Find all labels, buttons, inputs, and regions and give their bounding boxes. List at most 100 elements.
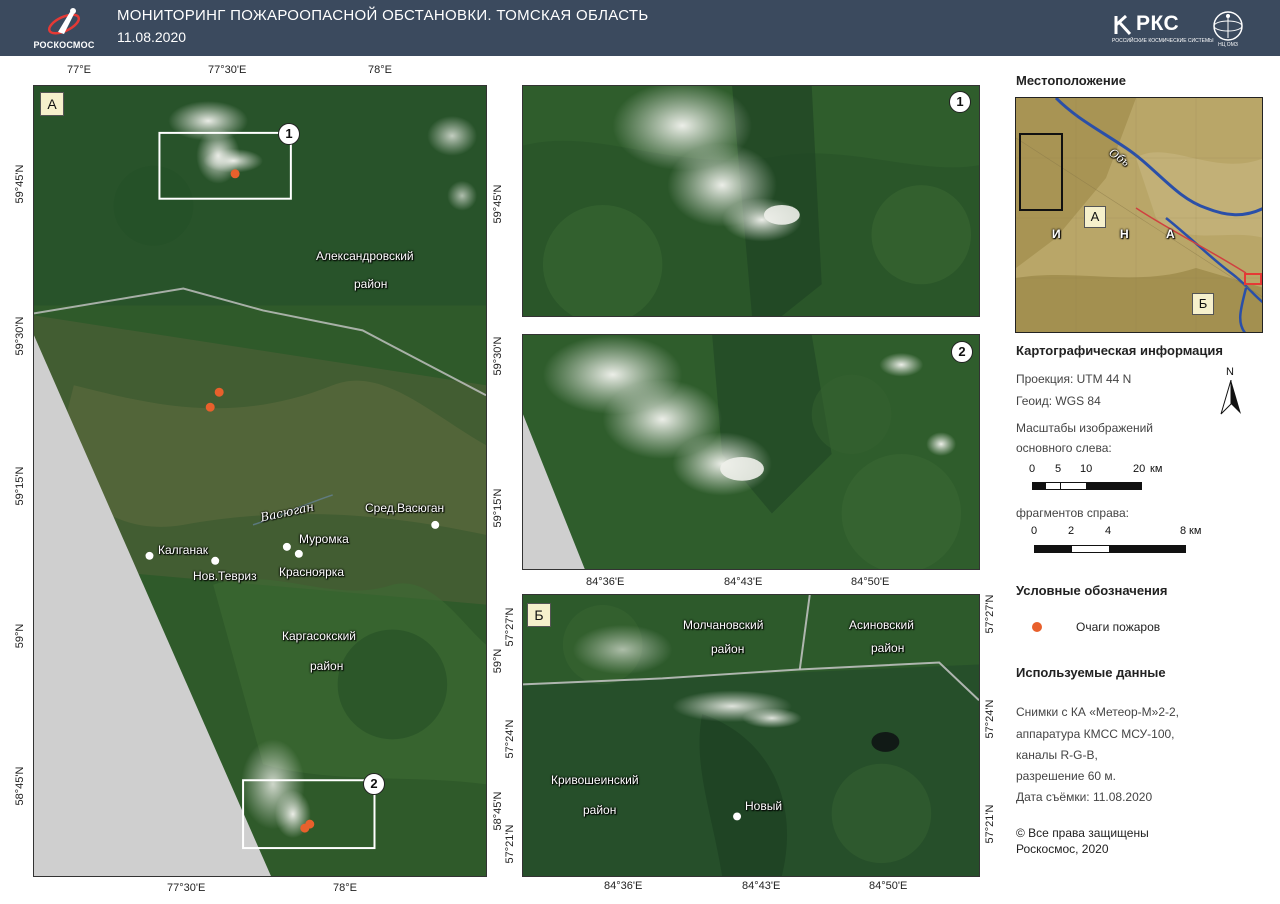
scale-main-0: 0 (1029, 463, 1036, 475)
map-panel-fragment-2[interactable]: 2 (522, 334, 980, 570)
page-date: 11.08.2020 (117, 29, 187, 45)
map-a-region-aleksandrovsky-line2: район (354, 277, 388, 291)
scale-frag-8: 8 (1180, 525, 1187, 537)
map-a-right-lat-2: 59°30'N (492, 336, 504, 376)
roscosmos-logo-text: РОСКОСМОС (33, 40, 95, 50)
rks-logo-text: РКС (1136, 12, 1180, 35)
map-a-settlement-kalganak: Калганак (158, 543, 209, 557)
map-a-settlement-nov-tevriz: Нов.Тевриз (193, 569, 257, 583)
map-a-region-kargasoksky-line1: Каргасокский (282, 629, 356, 643)
map-a-right-lat-5: 58°45'N (492, 791, 504, 831)
map-b-panel-letter: Б (527, 603, 551, 627)
map-a-left-lat-5: 58°45'N (14, 766, 26, 806)
map-b-right-lat-1: 57°27'N (984, 594, 996, 634)
map-a-frame-2-marker[interactable]: 2 (363, 773, 385, 795)
map-a-right-lat-3: 59°15'N (492, 488, 504, 528)
map-a-satellite-image (34, 86, 486, 876)
map-a-right-lat-1: 59°45'N (492, 184, 504, 224)
data-line-3: каналы R-G-B, (1016, 748, 1098, 762)
map-1-satellite-image (523, 86, 979, 316)
map-b-region-krivosheinsky-line1: Кривошеинский (551, 773, 639, 787)
scales-text-line1: Масштабы изображений (1016, 421, 1153, 435)
map-panel-fragment-1[interactable]: 1 (522, 85, 980, 317)
page-title: МОНИТОРИНГ ПОЖАРООПАСНОЙ ОБСТАНОВКИ. ТОМ… (117, 7, 649, 24)
data-line-5: Дата съёмки: 11.08.2020 (1016, 790, 1153, 804)
roscosmos-emblem-icon (47, 8, 81, 35)
map-a-top-lon-3: 78°E (368, 64, 392, 76)
map-b-right-lat-2: 57°24'N (984, 699, 996, 739)
rks-logo: РКС РОССИЙСКИЕ КОСМИЧЕСКИЕ СИСТЕМЫ (1112, 12, 1214, 46)
inset-letter-n: Н (1120, 227, 1129, 241)
map-b-region-krivosheinsky-line2: район (583, 803, 617, 817)
inset-letter-a: А (1166, 227, 1175, 241)
map-b-top-lon-3: 84°50'E (851, 576, 890, 588)
projection-text: Проекция: UTM 44 N (1016, 372, 1132, 386)
data-line-4: разрешение 60 м. (1016, 769, 1116, 783)
map-b-satellite-image (523, 595, 979, 876)
map-a-top-lon-1: 77°E (67, 64, 91, 76)
data-line-1: Снимки с КА «Метеор-М»2-2, (1016, 705, 1180, 719)
fire-symbol-label: Очаги пожаров (1076, 620, 1161, 634)
scale-main-unit: км (1150, 463, 1163, 475)
scale-main-10: 10 (1080, 463, 1093, 475)
scale-bar-main (1032, 482, 1142, 490)
inset-map-image (1016, 98, 1262, 332)
map-b-left-lat-1: 57°27'N (504, 607, 516, 647)
map-a-left-lat-3: 59°15'N (14, 466, 26, 506)
ntso-logo: НЦ ОМЗ (1206, 10, 1250, 50)
map-b-bottom-lon-1: 84°36'E (604, 880, 643, 892)
rks-logo-subtext: РОССИЙСКИЕ КОСМИЧЕСКИЕ СИСТЕМЫ (1112, 38, 1214, 44)
scale-main-20: 20 (1133, 463, 1146, 475)
map-a-bottom-lon-2: 78°E (333, 882, 357, 894)
map-a-left-lat-4: 59°N (14, 623, 26, 649)
map-b-left-lat-2: 57°24'N (504, 719, 516, 759)
scale-frag-4: 4 (1105, 525, 1112, 537)
map-a-frame-1-marker[interactable]: 1 (278, 123, 300, 145)
north-label: N (1226, 366, 1234, 378)
scales-text-line2: основного слева: (1016, 441, 1112, 455)
map-1-number: 1 (949, 91, 971, 113)
map-b-left-lat-3: 57°21'N (504, 824, 516, 864)
map-b-region-molchanovsky-line1: Молчановский (683, 618, 764, 632)
rks-emblem-icon (1114, 14, 1132, 36)
inset-label-b: Б (1192, 293, 1214, 315)
map-a-left-lat-1: 59°45'N (14, 164, 26, 204)
map-b-region-asinovsky-line2: район (871, 641, 905, 655)
map-b-top-lon-2: 84°43'E (724, 576, 763, 588)
fire-symbol-icon (1032, 622, 1042, 632)
scale-bar-fragments (1034, 545, 1186, 553)
location-inset-map[interactable]: А Б Обь И Н А (1015, 97, 1263, 333)
map-a-left-lat-2: 59°30'N (14, 316, 26, 356)
symbols-title: Условные обозначения (1016, 583, 1168, 598)
inset-label-a: А (1084, 206, 1106, 228)
data-title: Используемые данные (1016, 665, 1166, 680)
map-2-number: 2 (951, 341, 973, 363)
location-title: Местоположение (1016, 73, 1126, 88)
map-b-right-lat-3: 57°21'N (984, 804, 996, 844)
scale-frag-0: 0 (1031, 525, 1038, 537)
carto-info-title: Картографическая информация (1016, 343, 1223, 358)
fragments-scale-label: фрагментов справа: (1016, 506, 1129, 520)
copyright-line-2: Роскосмос, 2020 (1016, 842, 1109, 856)
north-arrow-icon: N (1219, 366, 1243, 416)
scale-frag-unit: км (1189, 525, 1202, 537)
map-a-settlement-sred-vasyugan: Сред.Васюган (365, 501, 445, 515)
map-panel-b[interactable]: Б Молчановский район Асиновский район Кр… (522, 594, 980, 877)
map-b-bottom-lon-3: 84°50'E (869, 880, 908, 892)
map-a-right-lat-4: 59°N (492, 648, 504, 674)
roscosmos-logo: РОСКОСМОС (24, 4, 104, 52)
scale-frag-2: 2 (1068, 525, 1075, 537)
map-b-region-molchanovsky-line2: район (711, 642, 745, 656)
map-a-top-lon-2: 77°30'E (208, 64, 247, 76)
map-b-region-asinovsky-line1: Асиновский (849, 618, 914, 632)
header-bar: РОСКОСМОС МОНИТОРИНГ ПОЖАРООПАСНОЙ ОБСТА… (0, 0, 1280, 56)
data-line-2: аппаратура КМСС МСУ-100, (1016, 727, 1175, 741)
inset-letter-i: И (1052, 227, 1061, 241)
map-b-top-lon-1: 84°36'E (586, 576, 625, 588)
map-a-panel-letter: А (40, 92, 64, 116)
geoid-text: Геоид: WGS 84 (1016, 394, 1101, 408)
map-2-satellite-image (523, 335, 979, 569)
map-panel-a[interactable]: А 1 2 Александровский район Каргасокский… (33, 85, 487, 877)
map-a-settlement-krasnoyarka: Красноярка (279, 565, 344, 579)
map-b-bottom-lon-2: 84°43'E (742, 880, 781, 892)
